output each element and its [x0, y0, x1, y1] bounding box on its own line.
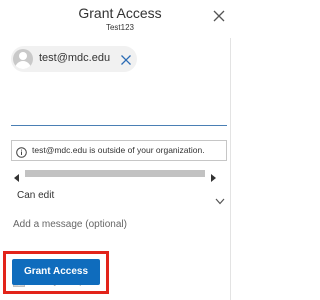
message-placeholder: Add a message (optional) [13, 219, 127, 230]
external-warning: test@mdc.edu is outside of your organiza… [11, 140, 227, 161]
recipient-input-underline [11, 125, 227, 126]
info-icon [16, 145, 27, 158]
scroll-right-icon[interactable] [209, 169, 217, 182]
horizontal-scrollbar[interactable] [25, 170, 205, 177]
recipient-chip[interactable]: test@mdc.edu [11, 46, 137, 72]
dialog-subtitle: Test123 [105, 23, 135, 32]
permission-value: Can edit [17, 190, 55, 201]
warning-text: test@mdc.edu is outside of your organiza… [32, 145, 205, 155]
close-icon[interactable] [212, 9, 226, 23]
chevron-down-icon [215, 192, 225, 205]
dialog-title: Grant Access [78, 5, 162, 21]
scroll-left-icon[interactable] [13, 169, 21, 182]
remove-recipient-icon[interactable] [120, 53, 132, 65]
avatar [13, 49, 33, 69]
scrollbar-thumb[interactable] [25, 170, 205, 177]
recipient-email: test@mdc.edu [39, 52, 111, 64]
permission-dropdown[interactable]: Can edit [11, 186, 227, 206]
dialog-header: Grant Access Test123 [0, 0, 240, 40]
message-input[interactable]: Add a message (optional) [11, 215, 227, 235]
grant-access-button[interactable]: Grant Access [12, 259, 100, 285]
